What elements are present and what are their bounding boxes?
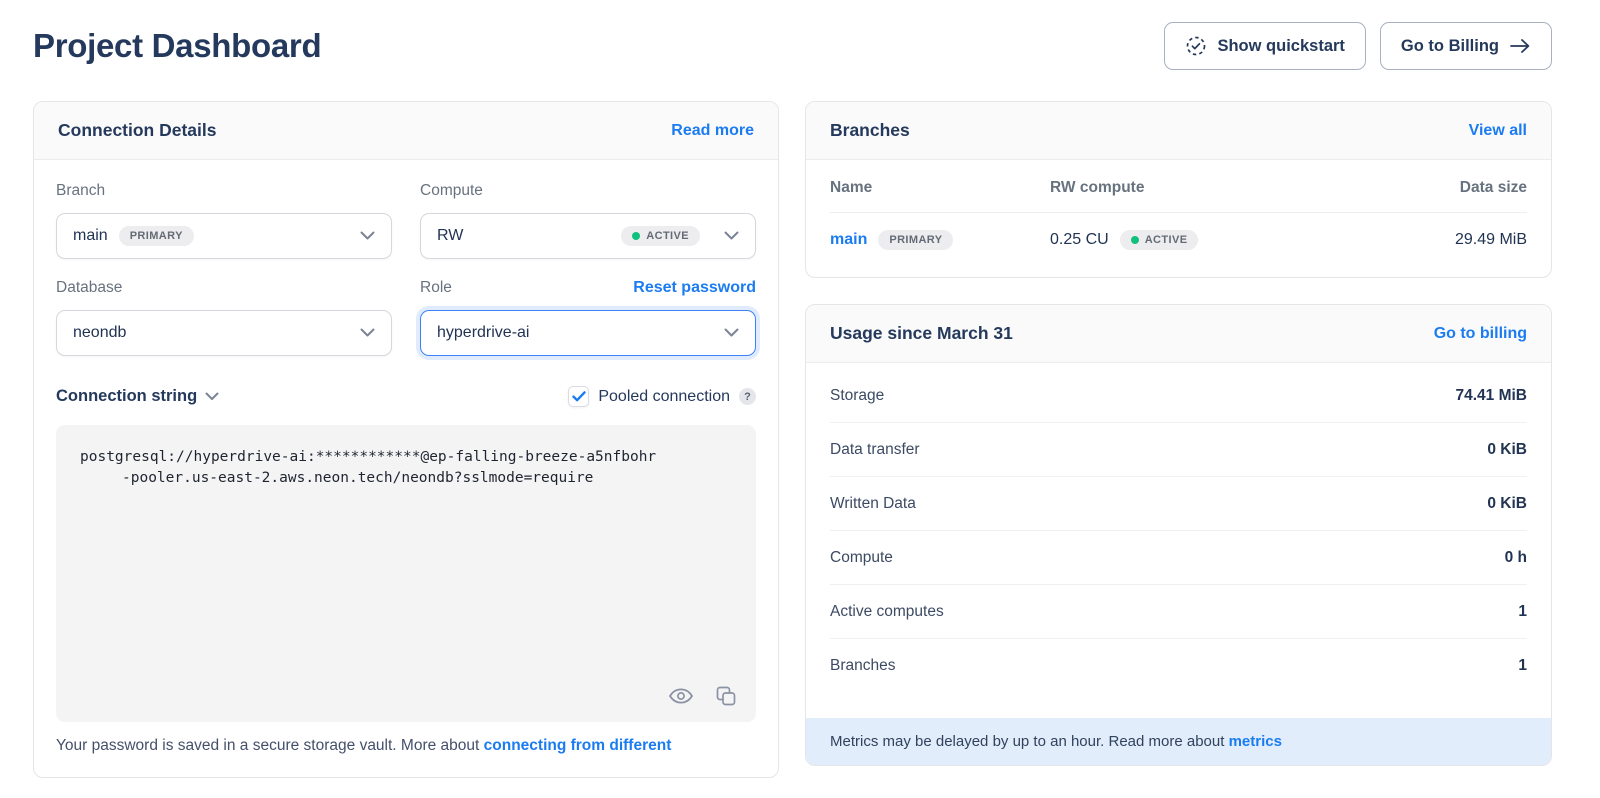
- go-to-billing-label: Go to Billing: [1401, 37, 1499, 56]
- usage-row-compute: Compute 0 h: [830, 531, 1527, 585]
- connection-string-box[interactable]: postgresql://hyperdrive-ai:************@…: [56, 425, 756, 722]
- branches-table: Name RW compute Data size main PRIMARY 0…: [806, 160, 1551, 277]
- usage-row-written-data: Written Data 0 KiB: [830, 477, 1527, 531]
- connection-details-header: Connection Details Read more: [34, 102, 778, 160]
- connecting-from-different-link[interactable]: connecting from different: [484, 737, 672, 754]
- metrics-delay-banner: Metrics may be delayed by up to an hour.…: [806, 718, 1551, 765]
- view-all-link[interactable]: View all: [1469, 122, 1527, 140]
- database-value: neondb: [73, 324, 126, 342]
- primary-badge: PRIMARY: [878, 230, 953, 250]
- go-to-billing-button[interactable]: Go to Billing: [1380, 22, 1552, 70]
- help-icon[interactable]: ?: [739, 388, 756, 405]
- chevron-down-icon: [724, 324, 739, 342]
- chevron-down-icon: [360, 324, 375, 342]
- primary-badge: PRIMARY: [119, 226, 194, 246]
- green-status-dot: [632, 232, 640, 240]
- column-data-size: Data size: [1367, 179, 1527, 197]
- database-label: Database: [56, 279, 122, 297]
- chevron-down-icon: [205, 388, 219, 406]
- usage-row-active-computes: Active computes 1: [830, 585, 1527, 639]
- topbar: Project Dashboard Show quickstart Go to …: [33, 0, 1552, 70]
- compute-select[interactable]: RW ACTIVE: [420, 213, 756, 259]
- connection-string-line2: -pooler.us-east-2.aws.neon.tech/neondb?s…: [80, 468, 732, 489]
- role-select[interactable]: hyperdrive-ai: [420, 310, 756, 356]
- right-column: Branches View all Name RW compute Data s…: [805, 101, 1552, 766]
- usage-rows: Storage 74.41 MiB Data transfer 0 KiB Wr…: [806, 363, 1551, 693]
- table-row: main PRIMARY 0.25 CU ACTIVE 29.49 MiB: [830, 213, 1527, 271]
- usage-row-data-transfer: Data transfer 0 KiB: [830, 423, 1527, 477]
- project-dashboard-page: Project Dashboard Show quickstart Go to …: [0, 0, 1600, 798]
- connection-details-body: Branch main PRIMARY C: [34, 160, 778, 777]
- branch-value: main: [73, 227, 108, 245]
- role-value: hyperdrive-ai: [437, 324, 529, 342]
- pooled-connection-checkbox[interactable]: [568, 386, 589, 407]
- active-status-badge: ACTIVE: [1120, 230, 1199, 250]
- connection-form: Branch main PRIMARY C: [56, 182, 756, 356]
- connection-string-toggle[interactable]: Connection string: [56, 387, 219, 406]
- chevron-down-icon: [724, 227, 739, 245]
- connection-string-line1: postgresql://hyperdrive-ai:************@…: [80, 447, 732, 468]
- pooled-connection-label: Pooled connection: [598, 388, 730, 406]
- branch-select[interactable]: main PRIMARY: [56, 213, 392, 259]
- branches-table-header: Name RW compute Data size: [830, 160, 1527, 213]
- database-select[interactable]: neondb: [56, 310, 392, 356]
- page-title: Project Dashboard: [33, 27, 321, 65]
- branches-title: Branches: [830, 120, 910, 141]
- reset-password-link[interactable]: Reset password: [633, 279, 756, 297]
- database-field: Database neondb: [56, 279, 392, 356]
- usage-title: Usage since March 31: [830, 323, 1013, 344]
- go-to-billing-link[interactable]: Go to billing: [1434, 325, 1527, 343]
- branch-label: Branch: [56, 182, 105, 200]
- usage-row-storage: Storage 74.41 MiB: [830, 369, 1527, 423]
- branches-header: Branches View all: [806, 102, 1551, 160]
- data-size-value: 29.49 MiB: [1367, 231, 1527, 249]
- metrics-link[interactable]: metrics: [1229, 733, 1282, 750]
- branches-card: Branches View all Name RW compute Data s…: [805, 101, 1552, 278]
- compute-label: Compute: [420, 182, 483, 200]
- compute-value: RW: [437, 227, 463, 245]
- connection-details-card: Connection Details Read more Branch main…: [33, 101, 779, 778]
- compute-field: Compute RW ACTIVE: [420, 182, 756, 259]
- usage-card: Usage since March 31 Go to billing Stora…: [805, 304, 1552, 766]
- active-status-badge: ACTIVE: [621, 226, 700, 246]
- role-label: Role: [420, 279, 452, 297]
- quickstart-check-circle-icon: [1185, 35, 1207, 57]
- code-actions: [668, 684, 738, 708]
- usage-row-branches: Branches 1: [830, 639, 1527, 693]
- password-vault-note: Your password is saved in a secure stora…: [56, 737, 756, 755]
- reveal-password-eye-icon[interactable]: [668, 686, 694, 706]
- green-status-dot: [1131, 236, 1139, 244]
- compute-size-value: 0.25 CU: [1050, 231, 1109, 249]
- column-name: Name: [830, 179, 1050, 197]
- branch-field: Branch main PRIMARY: [56, 182, 392, 259]
- connection-string-label: Connection string: [56, 387, 197, 406]
- show-quickstart-button[interactable]: Show quickstart: [1164, 22, 1365, 70]
- dashboard-content: Connection Details Read more Branch main…: [33, 101, 1552, 778]
- connection-string-row: Connection string Pooled connection ?: [56, 386, 756, 407]
- show-quickstart-label: Show quickstart: [1217, 37, 1344, 56]
- column-rw-compute: RW compute: [1050, 179, 1367, 197]
- connection-details-title: Connection Details: [58, 120, 217, 141]
- copy-icon[interactable]: [714, 684, 738, 708]
- branch-main-link[interactable]: main: [830, 231, 867, 249]
- role-field: Role Reset password hyperdrive-ai: [420, 279, 756, 356]
- pooled-connection-control: Pooled connection ?: [568, 386, 756, 407]
- chevron-down-icon: [360, 227, 375, 245]
- usage-header: Usage since March 31 Go to billing: [806, 305, 1551, 363]
- read-more-link[interactable]: Read more: [671, 122, 754, 140]
- topbar-actions: Show quickstart Go to Billing: [1164, 22, 1552, 70]
- arrow-right-icon: [1509, 37, 1531, 55]
